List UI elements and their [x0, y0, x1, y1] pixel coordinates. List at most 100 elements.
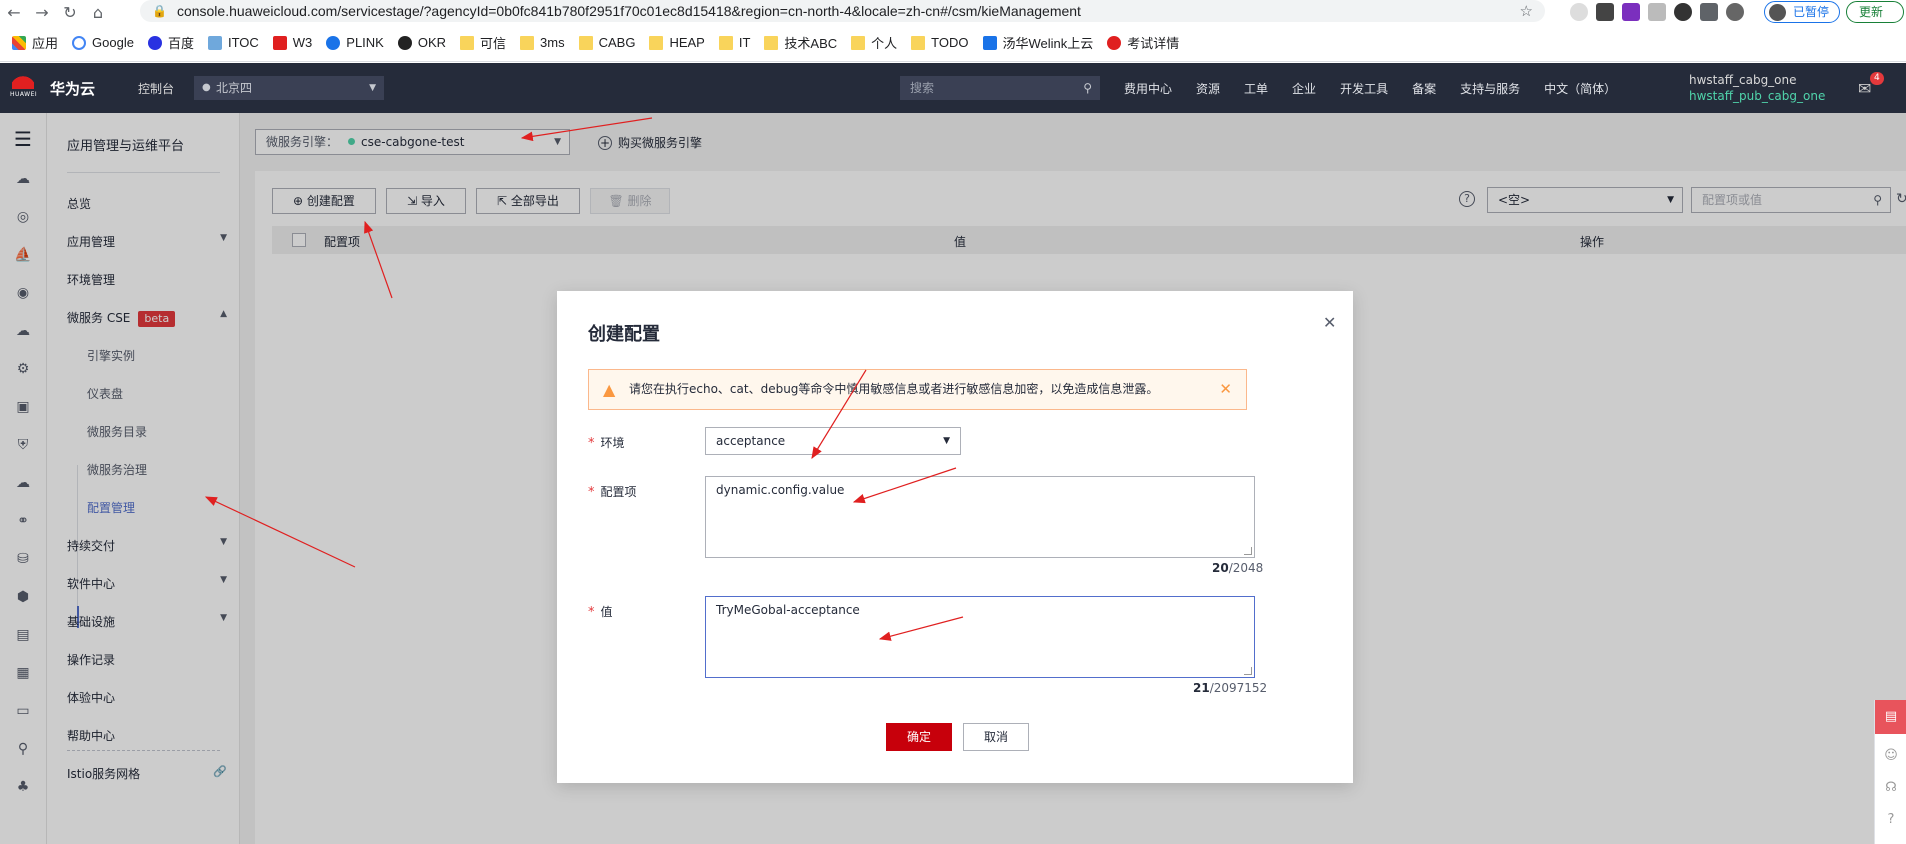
resize-handle[interactable] — [1244, 547, 1252, 555]
nav-enterprise[interactable]: 企业 — [1292, 80, 1316, 97]
close-icon[interactable]: ✕ — [1323, 313, 1336, 332]
update-button[interactable]: 更新 — [1846, 1, 1905, 23]
required-mark: * — [588, 485, 595, 500]
baidu-icon — [147, 35, 162, 50]
nav-billing[interactable]: 费用中心 — [1124, 80, 1172, 97]
bookmark-item[interactable]: 考试详情 — [1107, 33, 1179, 52]
bookmark-item[interactable]: ITOC — [207, 35, 259, 50]
logo-text: HUAWEI — [10, 91, 38, 98]
location-pin-icon: ● — [202, 82, 211, 93]
resize-handle[interactable] — [1244, 667, 1252, 675]
chevron-down-icon: ▼ — [369, 83, 376, 93]
header-search-input[interactable]: 搜索 ⚲ — [900, 76, 1100, 100]
nav-resources[interactable]: 资源 — [1196, 80, 1220, 97]
bookmark-folder[interactable]: 个人 — [851, 33, 897, 52]
dismiss-warning-icon[interactable]: ✕ — [1219, 370, 1232, 409]
env-label: * 环境 — [588, 434, 625, 451]
bookmark-label: 汤华Welink上云 — [1002, 36, 1094, 51]
bookmark-item[interactable]: 应用 — [12, 33, 58, 52]
nav-dev-tools[interactable]: 开发工具 — [1340, 80, 1388, 97]
welink-icon — [982, 35, 997, 50]
key-char-counter: 20/2048 — [1212, 561, 1263, 575]
bookmark-folder[interactable]: 可信 — [460, 33, 506, 52]
bookmark-label: IT — [738, 35, 751, 50]
extension-icon[interactable] — [1596, 3, 1614, 21]
profile-avatar[interactable] — [1726, 3, 1744, 21]
bookmarks-bar: 应用 Google 百度 ITOC W3 PLINK OKR 可信 3ms CA… — [0, 24, 1906, 62]
bookmark-folder[interactable]: HEAP — [649, 35, 705, 50]
count: 20 — [1212, 561, 1229, 575]
bookmark-folder[interactable]: CABG — [578, 35, 635, 50]
bookmark-folder[interactable]: IT — [718, 35, 751, 50]
cancel-button[interactable]: 取消 — [963, 723, 1029, 751]
confirm-button[interactable]: 确定 — [886, 723, 952, 751]
label-text: 环境 — [600, 436, 625, 450]
value-char-counter: 21/2097152 — [1193, 681, 1267, 695]
bookmark-item[interactable]: W3 — [272, 35, 313, 50]
folder-icon — [911, 35, 926, 50]
address-bar[interactable]: 🔒 console.huaweicloud.com/servicestage/?… — [140, 0, 1545, 22]
nav-icp[interactable]: 备案 — [1412, 80, 1436, 97]
huawei-logo[interactable]: HUAWEI — [10, 71, 38, 105]
bookmark-label: 3ms — [540, 35, 565, 50]
update-label: 更新 — [1859, 5, 1884, 19]
label-text: 配置项 — [600, 485, 637, 499]
brand-name[interactable]: 华为云 — [50, 78, 95, 99]
feedback-icon[interactable]: ▤ — [1875, 700, 1906, 734]
header-nav: 费用中心 资源 工单 企业 开发工具 备案 支持与服务 中文（简体） — [1124, 80, 1640, 97]
reload-icon[interactable]: ↻ — [56, 3, 84, 22]
console-link[interactable]: 控制台 — [138, 80, 174, 97]
apps-icon — [12, 35, 26, 50]
bookmark-folder[interactable]: 3ms — [520, 35, 565, 50]
back-icon[interactable]: ← — [0, 3, 28, 22]
bookmark-label: 技术ABC — [784, 36, 838, 51]
bookmark-folder[interactable]: 技术ABC — [764, 33, 837, 52]
help-circle-icon[interactable]: ? — [1875, 812, 1906, 827]
bookmark-label: 百度 — [167, 36, 194, 51]
puzzle-icon[interactable] — [1700, 3, 1718, 21]
bookmark-label: W3 — [292, 35, 313, 50]
extension-icon[interactable] — [1648, 3, 1666, 21]
search-placeholder: 搜索 — [910, 81, 935, 95]
bookmark-star-icon[interactable]: ☆ — [1520, 2, 1533, 20]
region-selector[interactable]: ● 北京四 ▼ — [194, 76, 384, 100]
env-select[interactable]: acceptance ▼ — [705, 427, 961, 455]
huawei-flower-icon — [12, 71, 34, 89]
bookmark-label: 考试详情 — [1127, 36, 1180, 51]
bookmark-item[interactable]: OKR — [397, 35, 446, 50]
bookmark-label: Google — [92, 35, 134, 50]
w3-icon — [272, 35, 287, 50]
nav-tickets[interactable]: 工单 — [1244, 80, 1268, 97]
config-value-value: TryMeGobal-acceptance — [716, 603, 860, 617]
create-config-dialog: 创建配置 ✕ ▲ 请您在执行echo、cat、debug等命令中慎用敏感信息或者… — [557, 291, 1353, 783]
nav-support[interactable]: 支持与服务 — [1460, 80, 1520, 97]
config-value-textarea[interactable]: TryMeGobal-acceptance — [705, 596, 1255, 678]
bookmark-item[interactable]: PLINK — [326, 35, 384, 50]
extension-icon[interactable] — [1570, 3, 1588, 21]
bookmark-item[interactable]: 汤华Welink上云 — [982, 33, 1094, 52]
home-icon[interactable]: ⌂ — [84, 3, 112, 22]
bookmark-item[interactable]: Google — [72, 35, 134, 50]
mail-icon[interactable]: ✉ 4 — [1858, 72, 1884, 98]
bookmark-folder[interactable]: TODO — [911, 35, 969, 50]
extension-icon[interactable] — [1622, 3, 1640, 21]
user-account[interactable]: hwstaff_cabg_one hwstaff_pub_cabg_one — [1689, 72, 1825, 104]
search-icon[interactable]: ⚲ — [1083, 76, 1092, 100]
extension-icon[interactable] — [1674, 3, 1692, 21]
avatar — [1769, 4, 1786, 21]
headset-icon[interactable]: ☊ — [1875, 780, 1906, 795]
nav-language[interactable]: 中文（简体） — [1544, 80, 1616, 97]
floating-toolbar: ▤ ☺ ☊ ? — [1874, 700, 1906, 844]
warning-alert: ▲ 请您在执行echo、cat、debug等命令中慎用敏感信息或者进行敏感信息加… — [588, 369, 1247, 410]
sync-paused-button[interactable]: 已暂停 — [1764, 1, 1841, 23]
bookmark-item[interactable]: 百度 — [147, 33, 194, 52]
smile-icon[interactable]: ☺ — [1875, 748, 1906, 763]
bookmark-label: TODO — [931, 35, 969, 50]
folder-icon — [520, 35, 535, 50]
warning-text: 请您在执行echo、cat、debug等命令中慎用敏感信息或者进行敏感信息加密，… — [629, 382, 1159, 396]
bookmark-label: HEAP — [669, 35, 705, 50]
config-key-textarea[interactable]: dynamic.config.value — [705, 476, 1255, 558]
okr-icon — [397, 35, 412, 50]
forward-icon[interactable]: → — [28, 3, 56, 22]
dialog-title: 创建配置 — [588, 324, 660, 345]
